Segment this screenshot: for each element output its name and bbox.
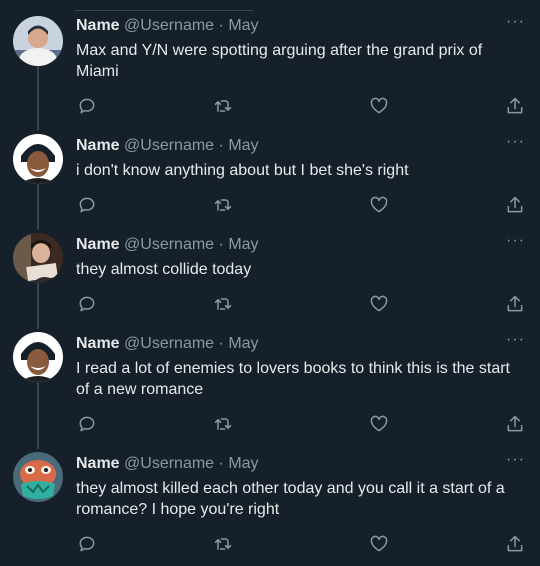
username[interactable]: @Username — [124, 236, 214, 253]
share-icon[interactable] — [505, 534, 525, 554]
more-icon[interactable]: ··· — [506, 14, 525, 30]
timestamp[interactable]: May — [228, 455, 258, 472]
tweet-header: Name @Username · May — [76, 235, 259, 255]
more-icon[interactable]: ··· — [506, 332, 525, 348]
username[interactable]: @Username — [124, 335, 214, 352]
timestamp[interactable]: May — [228, 236, 258, 253]
timestamp[interactable]: May — [228, 137, 258, 154]
display-name[interactable]: Name — [76, 335, 120, 352]
avatar[interactable] — [13, 452, 63, 502]
retweet-icon[interactable] — [213, 96, 233, 116]
separator-dot: · — [218, 455, 224, 472]
share-icon[interactable] — [505, 96, 525, 116]
timestamp[interactable]: May — [228, 17, 258, 34]
separator-dot: · — [218, 17, 224, 34]
reply-icon[interactable] — [77, 195, 97, 215]
action-bar — [0, 195, 540, 219]
retweet-icon[interactable] — [213, 534, 233, 554]
reply-icon[interactable] — [77, 96, 97, 116]
tweet-header: Name @Username · May — [76, 454, 259, 474]
tweet-header: Name @Username · May — [76, 136, 259, 156]
like-icon[interactable] — [369, 294, 389, 314]
username[interactable]: @Username — [124, 455, 214, 472]
tweet-text: they almost collide today — [76, 261, 252, 278]
avatar[interactable] — [13, 332, 63, 382]
action-bar — [0, 96, 540, 120]
display-name[interactable]: Name — [76, 137, 120, 154]
tweet-text: they almost killed each other today and … — [76, 480, 505, 518]
separator-dot: · — [218, 335, 224, 352]
avatar[interactable] — [13, 16, 63, 66]
share-icon[interactable] — [505, 195, 525, 215]
share-icon[interactable] — [505, 414, 525, 434]
tweet-text: i don't know anything about but I bet sh… — [76, 162, 409, 179]
retweet-icon[interactable] — [213, 195, 233, 215]
more-icon[interactable]: ··· — [506, 233, 525, 249]
like-icon[interactable] — [369, 96, 389, 116]
avatar[interactable] — [13, 134, 63, 184]
tweet-header: Name @Username · May — [76, 16, 259, 36]
share-icon[interactable] — [505, 294, 525, 314]
top-divider — [75, 10, 253, 11]
separator-dot: · — [218, 137, 224, 154]
display-name[interactable]: Name — [76, 455, 120, 472]
action-bar — [0, 414, 540, 438]
timestamp[interactable]: May — [228, 335, 258, 352]
retweet-icon[interactable] — [213, 414, 233, 434]
like-icon[interactable] — [369, 195, 389, 215]
display-name[interactable]: Name — [76, 17, 120, 34]
avatar[interactable] — [13, 233, 63, 283]
tweet-text: Max and Y/N were spotting arguing after … — [76, 42, 483, 80]
more-icon[interactable]: ··· — [506, 134, 525, 150]
separator-dot: · — [218, 236, 224, 253]
action-bar — [0, 294, 540, 318]
tweet-header: Name @Username · May — [76, 334, 259, 354]
display-name[interactable]: Name — [76, 236, 120, 253]
like-icon[interactable] — [369, 534, 389, 554]
more-icon[interactable]: ··· — [506, 452, 525, 468]
username[interactable]: @Username — [124, 17, 214, 34]
reply-icon[interactable] — [77, 294, 97, 314]
tweet-text: I read a lot of enemies to lovers books … — [76, 360, 510, 398]
username[interactable]: @Username — [124, 137, 214, 154]
like-icon[interactable] — [369, 414, 389, 434]
retweet-icon[interactable] — [213, 294, 233, 314]
action-bar — [0, 534, 540, 558]
reply-icon[interactable] — [77, 534, 97, 554]
reply-icon[interactable] — [77, 414, 97, 434]
